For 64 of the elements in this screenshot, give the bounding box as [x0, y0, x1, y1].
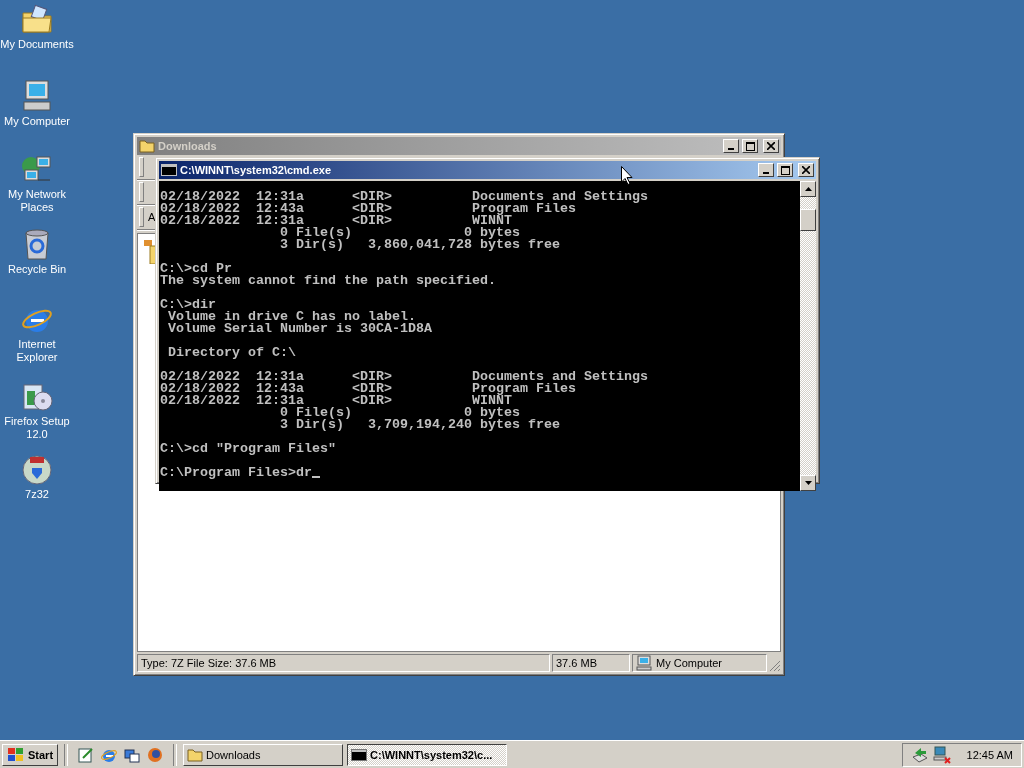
console-line: Volume in drive C has no label.	[167, 311, 416, 323]
disconnected-computer-icon[interactable]	[932, 745, 951, 764]
maximize-icon	[745, 141, 755, 151]
desktop-icon-label[interactable]: Internet Explorer	[0, 338, 75, 364]
status-text: Type: 7Z File Size: 37.6 MB	[137, 654, 550, 672]
recycle-bin-icon[interactable]	[23, 229, 51, 261]
close-icon	[802, 166, 810, 174]
up-arrow-icon	[804, 187, 812, 191]
folder-icon	[139, 139, 155, 153]
folder-icon[interactable]	[21, 4, 53, 36]
desktop-icon-label[interactable]: My Documents	[0, 38, 75, 51]
console-line: 0 File(s) 0 bytes	[278, 227, 521, 239]
scroll-up-button[interactable]	[800, 181, 816, 197]
windows-flag-icon	[7, 747, 25, 762]
mouse-pointer-icon	[621, 166, 633, 185]
console-line: 02/18/2022 12:31a <DIR> WINNT	[160, 215, 512, 227]
address-label: A	[148, 211, 156, 223]
folder-icon	[187, 747, 204, 762]
shield-disc-icon[interactable]	[21, 454, 53, 486]
console-line: 02/18/2022 12:31a <DIR> Documents and Settings	[160, 191, 649, 203]
console-line: C:\>cd Pr	[160, 263, 232, 275]
minimize-button[interactable]	[758, 163, 774, 177]
console-line: C:\Program Files>dr	[160, 467, 312, 479]
scroll-down-button[interactable]	[800, 475, 816, 491]
desktop-icon-label[interactable]: My Network Places	[0, 188, 75, 214]
window-title: C:\WINNT\system32\cmd.exe	[180, 164, 331, 176]
down-arrow-icon	[804, 481, 812, 485]
window-title: Downloads	[158, 140, 217, 152]
window-switch-icon[interactable]	[124, 746, 141, 763]
console-line: 02/18/2022 12:43a <DIR> Program Files	[160, 203, 577, 215]
console-line: 02/18/2022 12:31a <DIR> WINNT	[160, 395, 512, 407]
desktop-icon-label[interactable]: Recycle Bin	[0, 263, 75, 276]
notepad-icon[interactable]	[78, 746, 95, 763]
console-line: 3 Dir(s) 3,860,041,728 bytes free	[278, 239, 561, 251]
console-line: Directory of C:\	[167, 347, 297, 359]
resize-grip-icon[interactable]	[769, 660, 781, 672]
console-icon	[351, 748, 368, 761]
fox-globe-icon[interactable]	[147, 746, 164, 763]
console-line: 02/18/2022 12:31a <DIR> Documents and Settings	[160, 371, 649, 383]
desktop-icon-label[interactable]: My Computer	[0, 115, 75, 128]
console-line: 3 Dir(s) 3,709,194,240 bytes free	[278, 419, 561, 431]
console-icon	[161, 164, 177, 176]
console-line: C:\>dir	[160, 299, 217, 311]
console-line: Volume Serial Number is 30CA-1D8A	[167, 323, 433, 335]
desktop-icon-label[interactable]: 7z32	[0, 488, 75, 501]
computer-icon	[636, 655, 652, 671]
console-line: The system cannot find the path specified.	[160, 275, 497, 287]
maximize-button[interactable]	[777, 163, 793, 177]
status-size: 37.6 MB	[552, 654, 630, 672]
console-line: 0 File(s) 0 bytes	[278, 407, 521, 419]
taskbar-button[interactable]: Downloads	[183, 743, 344, 766]
taskbar-button[interactable]: C:\WINNT\system32\c...	[347, 743, 508, 766]
console-line: 02/18/2022 12:43a <DIR> Program Files	[160, 383, 577, 395]
desktop-icon-label[interactable]: Firefox Setup 12.0	[0, 415, 75, 441]
computer-icon[interactable]	[21, 79, 53, 113]
network-arrows-icon[interactable]	[910, 746, 929, 763]
start-button[interactable]: Start	[2, 743, 59, 766]
maximize-icon	[780, 165, 790, 175]
scroll-thumb[interactable]	[800, 209, 816, 231]
text-cursor	[311, 476, 320, 478]
close-icon	[767, 142, 775, 150]
console-line: C:\>cd "Program Files"	[160, 443, 337, 455]
close-button[interactable]	[798, 163, 814, 177]
zone-label: My Computer	[656, 657, 723, 669]
